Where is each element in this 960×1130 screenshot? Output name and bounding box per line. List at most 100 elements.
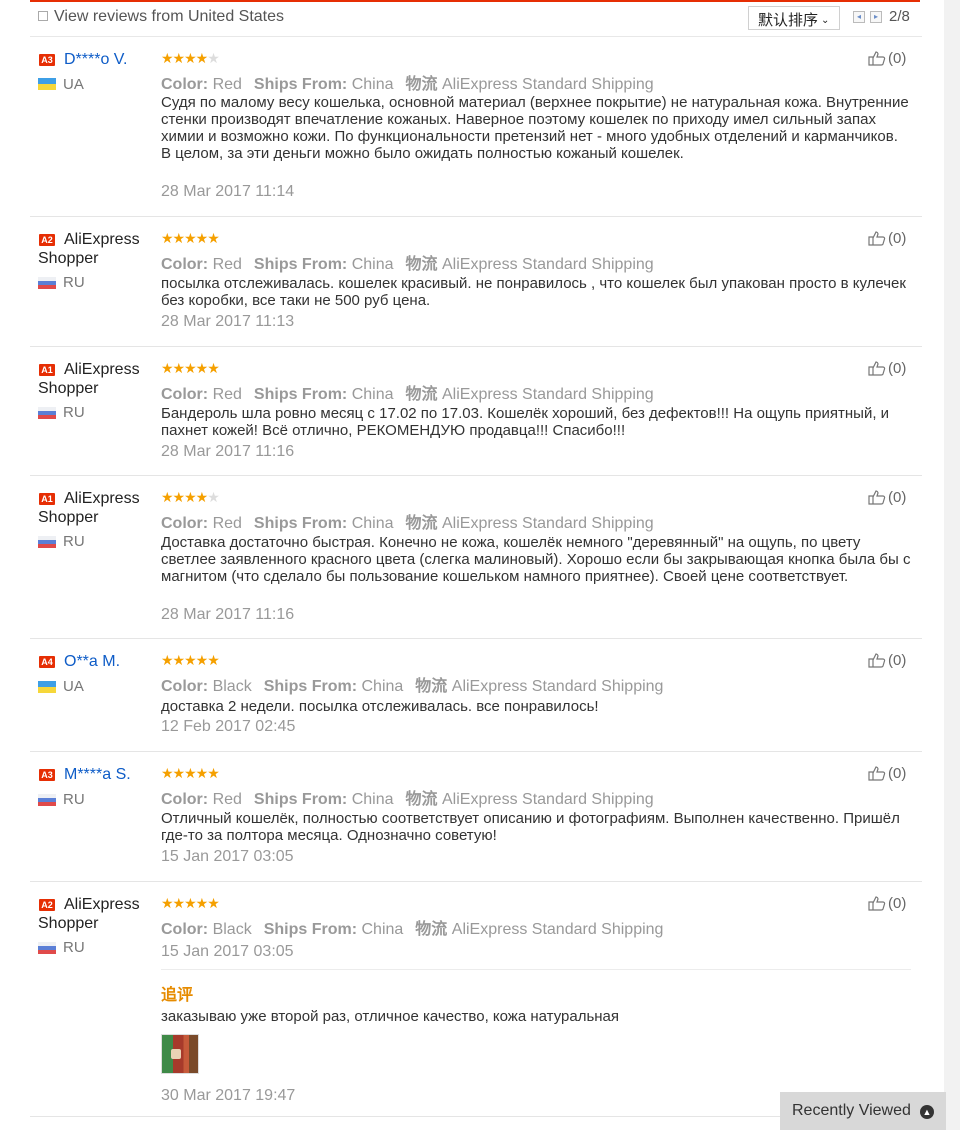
color-value: Black xyxy=(212,921,252,938)
helpful-count: (0) xyxy=(888,765,907,782)
review-photo-thumbnail[interactable] xyxy=(161,1034,199,1074)
star-rating: ★★★★★ xyxy=(161,360,220,376)
color-label: Color: xyxy=(161,386,209,403)
flag-icon xyxy=(38,681,56,693)
review-item: A2 AliExpress Shopper RU ★★★★★ Color: Re… xyxy=(30,216,922,347)
shipping-method: AliExpress Standard Shipping xyxy=(442,76,654,93)
reviewer-name[interactable]: AliExpress Shopper xyxy=(38,895,148,933)
review-filter-bar: View reviews from United States 默认排序 ⌄ ◂ … xyxy=(30,2,922,37)
chevron-down-icon: ⌄ xyxy=(821,15,830,26)
helpful-count: (0) xyxy=(888,895,907,912)
star-rating: ★★★★★ xyxy=(161,652,220,668)
reviewer-country: UA xyxy=(63,76,84,93)
shipping-label: 物流 xyxy=(405,256,438,273)
flag-icon xyxy=(38,536,56,548)
helpful-button[interactable]: (0) xyxy=(868,489,906,506)
thumbs-up-icon xyxy=(868,653,886,668)
color-label: Color: xyxy=(161,515,209,532)
ships-from-label: Ships From: xyxy=(253,791,348,808)
helpful-button[interactable]: (0) xyxy=(868,765,906,782)
reviewer-country: RU xyxy=(63,791,85,808)
review-item: A4 O**a M. UA ★★★★★ Color: Black Ships Fr… xyxy=(30,638,922,752)
color-label: Color: xyxy=(161,791,209,808)
thumbs-up-icon xyxy=(868,231,886,246)
star-rating: ★★★★★ xyxy=(161,895,220,911)
helpful-count: (0) xyxy=(888,50,907,67)
thumbs-up-icon xyxy=(868,361,886,376)
review-item: A3 D****o V. UA ★★★★★ Color: Red Ships Fr… xyxy=(30,36,922,217)
reviewer-name[interactable]: M****a S. xyxy=(64,765,174,784)
thumbs-up-icon xyxy=(868,766,886,781)
color-value: Black xyxy=(212,678,252,695)
flag-icon xyxy=(38,277,56,289)
us-reviews-checkbox[interactable] xyxy=(38,11,48,21)
shipping-label: 物流 xyxy=(405,76,438,93)
reviewer-name[interactable]: AliExpress Shopper xyxy=(38,230,148,268)
recently-viewed-button[interactable]: Recently Viewed ▲ xyxy=(780,1092,946,1130)
color-label: Color: xyxy=(161,678,209,695)
shipping-method: AliExpress Standard Shipping xyxy=(442,515,654,532)
reviewer-name[interactable]: O**a M. xyxy=(64,652,174,671)
review-date: 28 Mar 2017 11:16 xyxy=(161,443,295,460)
helpful-button[interactable]: (0) xyxy=(868,230,906,247)
us-reviews-label[interactable]: View reviews from United States xyxy=(54,8,284,26)
star-rating: ★★★★★ xyxy=(161,489,220,505)
reviewer-name[interactable]: AliExpress Shopper xyxy=(38,360,148,398)
color-label: Color: xyxy=(161,921,209,938)
thumbs-up-icon xyxy=(868,490,886,505)
color-value: Red xyxy=(212,386,242,403)
review-date: 28 Mar 2017 11:16 xyxy=(161,606,295,623)
flag-icon xyxy=(38,942,56,954)
helpful-button[interactable]: (0) xyxy=(868,652,906,669)
star-rating: ★★★★★ xyxy=(161,50,220,66)
order-info: Color: Red Ships From: China 物流 AliExpress… xyxy=(161,250,654,274)
review-item: A1 AliExpress Shopper RU ★★★★★ Color: Re… xyxy=(30,346,922,476)
ships-from-label: Ships From: xyxy=(253,76,348,93)
buyer-level-badge: A3 xyxy=(39,769,55,781)
ships-from-value: China xyxy=(351,76,394,93)
review-text: Судя по малому весу кошелька, основной м… xyxy=(161,94,909,162)
star-rating: ★★★★★ xyxy=(161,765,220,781)
additional-review-divider xyxy=(161,969,911,970)
helpful-button[interactable]: (0) xyxy=(868,895,906,912)
ships-from-label: Ships From: xyxy=(263,921,358,938)
review-text: доставка 2 недели. посылка отслеживалась… xyxy=(161,698,599,715)
reviewer-name[interactable]: D****o V. xyxy=(64,50,174,69)
order-info: Color: Red Ships From: China 物流 AliExpress… xyxy=(161,70,654,94)
order-info: Color: Black Ships From: China 物流 AliExpre… xyxy=(161,672,663,696)
ships-from-value: China xyxy=(361,921,404,938)
page-indicator: 2/8 xyxy=(889,8,910,25)
next-page-button[interactable]: ▸ xyxy=(870,11,882,23)
shipping-label: 物流 xyxy=(405,386,438,403)
helpful-button[interactable]: (0) xyxy=(868,360,906,377)
shipping-method: AliExpress Standard Shipping xyxy=(442,386,654,403)
review-date: 15 Jan 2017 03:05 xyxy=(161,848,294,865)
additional-review-text: заказываю уже второй раз, отличное качес… xyxy=(161,1008,620,1025)
color-value: Red xyxy=(212,515,242,532)
ships-from-label: Ships From: xyxy=(253,386,348,403)
chevron-up-icon: ▲ xyxy=(920,1105,934,1119)
flag-icon xyxy=(38,78,56,90)
review-text: посылка отслеживалась. кошелек красивый.… xyxy=(161,275,906,309)
ships-from-label: Ships From: xyxy=(263,678,358,695)
reviewer-name[interactable]: AliExpress Shopper xyxy=(38,489,148,527)
ships-from-value: China xyxy=(351,386,394,403)
buyer-level-badge: A4 xyxy=(39,656,55,668)
order-info: Color: Red Ships From: China 物流 AliExpress… xyxy=(161,380,654,404)
reviewer-country: RU xyxy=(63,533,85,550)
helpful-count: (0) xyxy=(888,230,907,247)
review-date: 28 Mar 2017 11:13 xyxy=(161,313,295,330)
flag-icon xyxy=(38,794,56,806)
helpful-count: (0) xyxy=(888,489,907,506)
review-text: Бандероль шла ровно месяц с 17.02 по 17.… xyxy=(161,405,890,439)
review-item: A2 AliExpress Shopper RU ★★★★★ Color: Bl… xyxy=(30,881,922,1117)
shipping-method: AliExpress Standard Shipping xyxy=(442,256,654,273)
reviews-panel: View reviews from United States 默认排序 ⌄ ◂ … xyxy=(0,0,944,1130)
prev-page-button[interactable]: ◂ xyxy=(853,11,865,23)
color-label: Color: xyxy=(161,256,209,273)
helpful-button[interactable]: (0) xyxy=(868,50,906,67)
helpful-count: (0) xyxy=(888,360,907,377)
color-value: Red xyxy=(212,791,242,808)
sort-dropdown[interactable]: 默认排序 ⌄ xyxy=(748,6,840,30)
reviewer-country: RU xyxy=(63,939,85,956)
